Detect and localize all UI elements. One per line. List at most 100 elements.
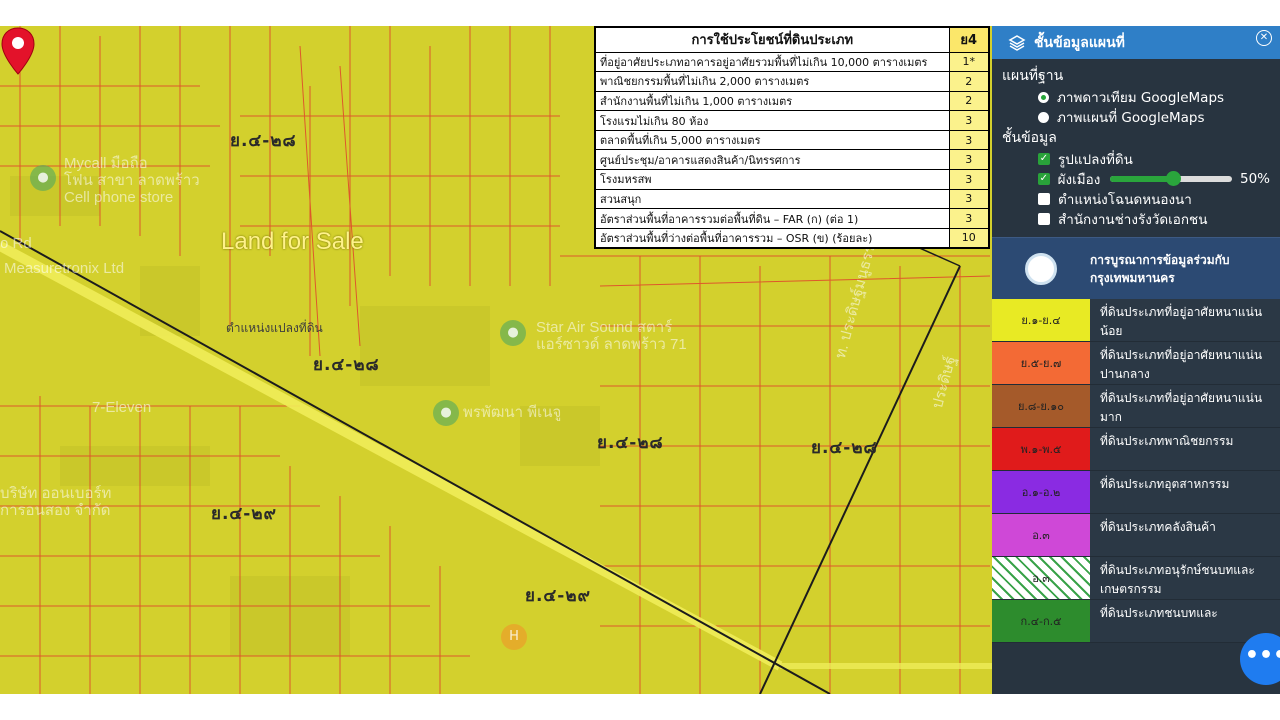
layer-surveyor[interactable]: สำนักงานช่างรังวัดเอกชน: [1038, 209, 1270, 229]
map-canvas[interactable]: ย.๔-๒๘ ย.๔-๒๘ ย.๔-๒๘ ย.๔-๒๘ ย.๔-๒๙ ย.๔-๒…: [0, 26, 992, 694]
close-icon[interactable]: ✕: [1256, 30, 1272, 46]
basemap-option-satellite[interactable]: ภาพดาวเทียม GoogleMaps: [1038, 87, 1270, 107]
row-value: 3: [948, 208, 990, 229]
layer-cityplan[interactable]: ✓ ผังเมือง 50%: [1038, 169, 1270, 189]
legend-row: อ.๓ ที่ดินประเภทอนุรักษ์ชนบทและ เกษตรกรรม: [992, 557, 1280, 600]
option-label: รูปแปลงที่ดิน: [1058, 152, 1133, 168]
basemap-option-map[interactable]: ภาพแผนที่ GoogleMaps: [1038, 107, 1270, 127]
poi-mycall: Mycall มือถือ โฟน สาขา ลาดพร้าว Cell pho…: [64, 155, 200, 206]
radio[interactable]: [1038, 111, 1049, 123]
store-icon[interactable]: ●: [30, 165, 56, 191]
bma-seal-icon: [1025, 252, 1057, 285]
legend-swatch: ย.๑-ย.๔: [992, 299, 1090, 341]
table-header: การใช้ประโยชน์ที่ดินประเภท: [594, 26, 950, 53]
zone-label: ย.๔-๒๘: [313, 355, 380, 375]
legend-label: ที่ดินประเภทอนุรักษ์ชนบทและ เกษตรกรรม: [1090, 557, 1280, 599]
opacity-value: 50%: [1239, 171, 1270, 187]
zone-label: ย.๔-๒๘: [230, 131, 297, 151]
checkbox[interactable]: [1038, 213, 1050, 225]
bma-banner: การบูรณาการข้อมูลร่วมกับ กรุงเทพมหานคร: [992, 237, 1280, 299]
checkbox-checked[interactable]: ✓: [1038, 173, 1050, 185]
zone-label: ย.๔-๒๘: [597, 433, 664, 453]
poi-star-air: Star Air Sound สตาร์ แอร์ซาวด์ ลาดพร้าว …: [536, 319, 687, 353]
panel-title: ชั้นข้อมูลแผนที่: [1034, 34, 1125, 51]
poi-seven-eleven: 7-Eleven: [92, 399, 152, 416]
legend-swatch: ย.๕-ย.๗: [992, 342, 1090, 384]
zone-label: ย.๔-๒๘: [811, 438, 878, 458]
option-label: สำนักงานช่างรังวัดเอกชน: [1058, 212, 1208, 228]
legend-label: ที่ดินประเภทคลังสินค้า: [1090, 514, 1280, 556]
row-value: 10: [948, 227, 990, 249]
table-header-code: ย4: [948, 26, 990, 53]
row-value: 3: [948, 110, 990, 131]
table-header-row: การใช้ประโยชน์ที่ดินประเภท ย4: [594, 26, 990, 53]
legend-swatch: ย.๘-ย.๑๐: [992, 385, 1090, 427]
layer-deed[interactable]: ตำแหน่งโฉนดหนองนา: [1038, 189, 1270, 209]
layer-panel: ชั้นข้อมูลแผนที่ ✕ แผนที่ฐาน ภาพดาวเทียม…: [992, 26, 1280, 694]
checkbox[interactable]: [1038, 193, 1050, 205]
radio-selected[interactable]: [1038, 91, 1049, 103]
zone-label: ย.๔-๒๙: [525, 586, 591, 606]
table-row: ที่อยู่อาศัยประเภทอาคารอยู่อาศัยรวมพื้นท…: [594, 51, 990, 73]
row-label: ที่อยู่อาศัยประเภทอาคารอยู่อาศัยรวมพื้นท…: [594, 51, 950, 73]
legend-row: ย.๑-ย.๔ ที่ดินประเภทที่อยู่อาศัยหนาแน่น น…: [992, 299, 1280, 342]
shop-icon[interactable]: ●: [433, 400, 459, 426]
row-value: 3: [948, 149, 990, 171]
slider-knob[interactable]: [1166, 171, 1182, 186]
layers-icon: [1008, 34, 1026, 51]
legend-row: อ.๓ ที่ดินประเภทคลังสินค้า: [992, 514, 1280, 557]
legend-row: อ.๑-อ.๒ ที่ดินประเภทอุตสาหกรรม: [992, 471, 1280, 514]
basemap-title: แผนที่ฐาน: [1002, 68, 1064, 84]
location-pin-icon[interactable]: [0, 26, 36, 76]
legend-swatch: อ.๓: [992, 514, 1090, 556]
poi-measuretronix: Measuretronix Ltd: [4, 260, 125, 277]
legend-swatch: ก.๔-ก.๕: [992, 600, 1090, 642]
row-value: 3: [948, 169, 990, 190]
row-label: สวนสนุก: [594, 188, 950, 210]
poi-company: บริษัท ออนเบอร์ท การอนสอง จำกัด: [0, 485, 112, 519]
panel-header: ชั้นข้อมูลแผนที่ ✕: [992, 26, 1280, 59]
option-label: ภาพแผนที่ GoogleMaps: [1057, 110, 1205, 126]
legend-row: ย.๕-ย.๗ ที่ดินประเภทที่อยู่อาศัยหนาแน่น ป…: [992, 342, 1280, 385]
legend-label: ที่ดินประเภทที่อยู่อาศัยหนาแน่น ปานกลาง: [1090, 342, 1280, 384]
option-label: ภาพดาวเทียม GoogleMaps: [1057, 90, 1225, 106]
hospital-icon[interactable]: H: [501, 624, 527, 650]
table-row: ตลาดพื้นที่เกิน 5,000 ตารางเมตร 3: [594, 129, 990, 151]
bma-logo-wrap: [992, 238, 1090, 300]
legend-swatch: พ.๑-พ.๕: [992, 428, 1090, 470]
legend-label: ที่ดินประเภทที่อยู่อาศัยหนาแน่น น้อย: [1090, 299, 1280, 341]
option-label: ผังเมือง: [1057, 172, 1101, 188]
table-row: อัตราส่วนพื้นที่ว่างต่อพื้นที่อาคารรวม –…: [594, 227, 990, 249]
legend-label: ที่ดินประเภทอุตสาหกรรม: [1090, 471, 1280, 513]
table-row: อัตราส่วนพื้นที่อาคารรวมต่อพื้นที่ดิน – …: [594, 208, 990, 229]
legend-label: ที่ดินประเภทพาณิชยกรรม: [1090, 428, 1280, 470]
poi-pruksa: พรพัฒนา พีเนจู: [463, 404, 562, 421]
row-label: พาณิชยกรรมพื้นที่ไม่เกิน 2,000 ตารางเมตร: [594, 71, 950, 92]
legend-label: ที่ดินประเภทชนบทและ: [1090, 600, 1280, 642]
row-label: ตลาดพื้นที่เกิน 5,000 ตารางเมตร: [594, 129, 950, 151]
road-label: o Rd: [0, 235, 32, 252]
table-row: โรงแรมไม่เกิน 80 ห้อง 3: [594, 110, 990, 131]
slider-fill: [1110, 176, 1174, 182]
legend-label: ที่ดินประเภทที่อยู่อาศัยหนาแน่น มาก: [1090, 385, 1280, 427]
marker-caption: ตำแหน่งแปลงที่ดิน: [226, 321, 323, 335]
row-label: สำนักงานพื้นที่ไม่เกิน 1,000 ตารางเมตร: [594, 90, 950, 112]
landuse-table: การใช้ประโยชน์ที่ดินประเภท ย4 ที่อยู่อาศ…: [594, 26, 990, 249]
opacity-slider[interactable]: [1110, 171, 1232, 186]
table-row: สำนักงานพื้นที่ไม่เกิน 1,000 ตารางเมตร 2: [594, 90, 990, 112]
table-row: พาณิชยกรรมพื้นที่ไม่เกิน 2,000 ตารางเมตร…: [594, 71, 990, 92]
option-label: ตำแหน่งโฉนดหนองนา: [1058, 192, 1192, 208]
place-icon[interactable]: ●: [500, 320, 526, 346]
legend-swatch: อ.๑-อ.๒: [992, 471, 1090, 513]
legend-row: พ.๑-พ.๕ ที่ดินประเภทพาณิชยกรรม: [992, 428, 1280, 471]
row-value: 2: [948, 71, 990, 92]
table-row: โรงมหรสพ 3: [594, 169, 990, 190]
row-label: อัตราส่วนพื้นที่อาคารรวมต่อพื้นที่ดิน – …: [594, 208, 950, 229]
bma-text: การบูรณาการข้อมูลร่วมกับ กรุงเทพมหานคร: [1090, 252, 1230, 285]
legend: ย.๑-ย.๔ ที่ดินประเภทที่อยู่อาศัยหนาแน่น น…: [992, 299, 1280, 643]
row-label: อัตราส่วนพื้นที่ว่างต่อพื้นที่อาคารรวม –…: [594, 227, 950, 249]
layer-parcel[interactable]: ✓ รูปแปลงที่ดิน: [1038, 149, 1270, 169]
checkbox-checked[interactable]: ✓: [1038, 153, 1050, 165]
table-row: ศูนย์ประชุม/อาคารแสดงสินค้า/นิทรรศการ 3: [594, 149, 990, 171]
row-value: 3: [948, 188, 990, 210]
